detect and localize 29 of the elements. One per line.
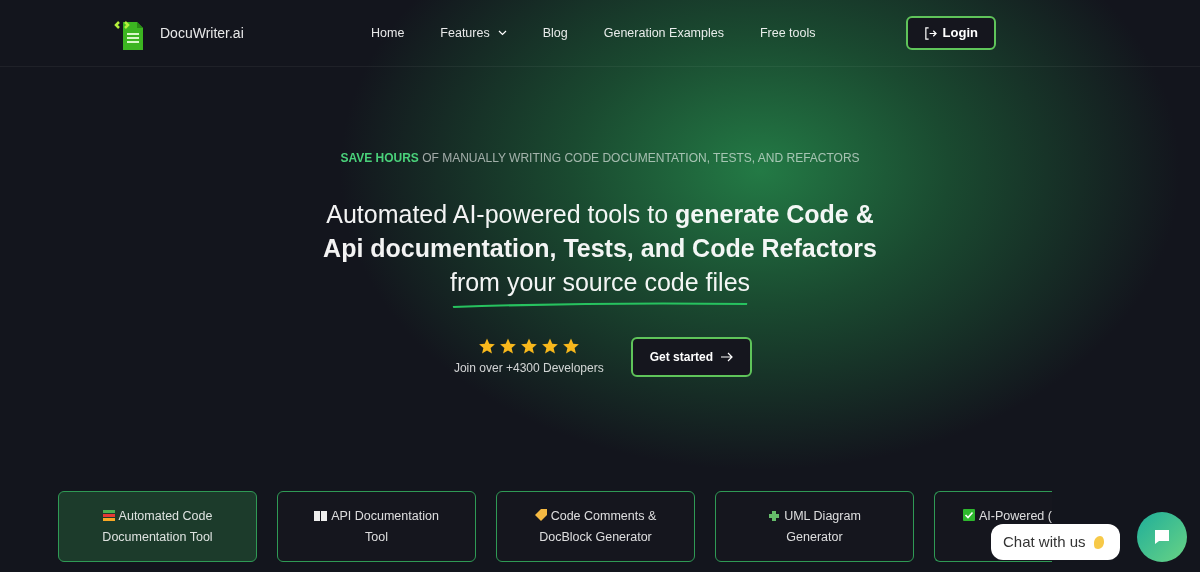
tool-card[interactable]: UML Diagram Generator [715,491,914,562]
tool-card[interactable]: API Documentation Tool [277,491,476,562]
nav-link[interactable]: Features [440,23,507,43]
tag-icon [534,509,547,521]
chat-bubble[interactable]: Chat with us [991,524,1120,560]
headline-underlined: from your source code files [449,265,751,303]
star-icon [561,337,580,355]
nav-link[interactable]: Generation Examples [603,23,724,43]
arrow-right-icon [721,352,734,362]
star-icon [477,337,496,355]
chevron-down-icon [497,30,507,36]
nav-link[interactable]: Free tools [759,23,816,43]
login-icon [923,26,937,40]
star-icon [498,337,517,355]
nav-link[interactable]: Blog [542,23,568,43]
tagline: SAVE HOURS OF MANUALLY WRITING CODE DOCUMENTATION, TESTS, AND REFACTORS [340,150,860,167]
star-icon [540,337,559,355]
brand-name[interactable]: DocuWriter.ai [160,22,244,44]
book-icon [314,510,328,521]
tool-card[interactable]: Automated Code Documentation Tool [58,491,257,562]
rating-caption: Join over +4300 Developers [453,360,604,377]
checkbox-icon [963,509,975,521]
books-icon [102,509,115,521]
login-button[interactable]: Login [905,16,996,50]
star-icon [519,337,538,355]
tool-card[interactable]: Code Comments & DocBlock Generator [496,491,695,562]
chat-icon [1152,527,1172,547]
get-started-button[interactable]: Get started [630,337,753,377]
nav-link[interactable]: Home [371,23,405,43]
